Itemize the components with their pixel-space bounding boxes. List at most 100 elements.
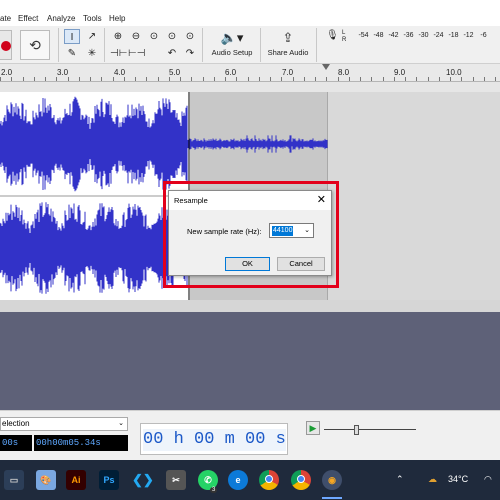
selection-tool-button[interactable]: I (64, 29, 80, 44)
microphone-icon: 🎙 (326, 30, 339, 41)
play-at-speed-button[interactable]: ▶ (306, 421, 320, 435)
snipping-tool-icon[interactable]: ✂ (166, 470, 186, 490)
ruler-tick (68, 77, 69, 81)
zoom-toggle-button[interactable]: ⊙ (182, 29, 198, 44)
chevron-down-icon[interactable]: ⌄ (304, 226, 310, 234)
timeline-ruler[interactable]: 2.0 3.0 4.0 5.0 6.0 7.0 8.0 9.0 10.0 (0, 64, 500, 82)
illustrator-icon[interactable]: Ai (66, 470, 86, 490)
ruler-label: 7.0 (282, 68, 294, 77)
ruler-tick (304, 77, 305, 81)
menu-edit[interactable]: ate (0, 14, 11, 23)
meter-tick: -24 (433, 32, 444, 39)
ruler-tick (23, 77, 24, 81)
undo-icon: ↶ (167, 48, 177, 59)
time-display: 00 h 00 m 00 s (143, 429, 286, 451)
recording-meter[interactable]: 🎙 LR -54 -48 -42 -36 -30 -24 -18 -12 -6 (326, 28, 500, 46)
loop-icon: ⟲ (29, 37, 41, 53)
selection-mode-dropdown[interactable]: election ⌄ (0, 417, 128, 431)
vscode-icon[interactable]: ❮❯ (132, 470, 154, 490)
selection-end-field[interactable]: 00h00m05.34s (34, 435, 128, 451)
close-icon[interactable]: ✕ (317, 193, 326, 207)
slider-thumb[interactable] (354, 425, 359, 435)
silence-icon: ⊢⊣ (128, 48, 146, 59)
playback-speed-slider[interactable] (324, 425, 416, 435)
ruler-tick (450, 77, 451, 81)
meter-channel-labels: LR (342, 30, 347, 43)
playhead-marker[interactable] (322, 64, 330, 70)
meter-tick: -48 (373, 32, 384, 39)
dialog-title: Resample (174, 196, 208, 205)
record-icon (1, 41, 11, 51)
record-button[interactable] (0, 30, 12, 60)
selection-start-field[interactable]: 00s (0, 435, 32, 451)
photoshop-icon[interactable]: Ps (99, 470, 119, 490)
ruler-tick (158, 77, 159, 81)
ruler-tick (439, 77, 440, 81)
menu-analyze[interactable]: Analyze (47, 14, 75, 23)
upload-icon: ⇪ (282, 30, 294, 45)
ruler-tick (124, 77, 125, 81)
loop-button[interactable]: ⟲ (20, 30, 50, 60)
ruler-tick (383, 77, 384, 81)
resample-dialog: Resample ✕ New sample rate (Hz): 44100 ⌄… (168, 190, 332, 276)
chevron-up-icon[interactable]: ⌃ (396, 474, 404, 485)
network-icon[interactable]: ◠ (484, 474, 492, 485)
audio-position-display[interactable]: 00 h 00 m 00 s (140, 423, 288, 455)
zoom-in-button[interactable]: ⊕ (110, 29, 126, 44)
ruler-tick (113, 77, 114, 81)
empty-project-area[interactable] (0, 312, 500, 410)
ruler-tick (45, 77, 46, 81)
undo-button[interactable]: ↶ (164, 46, 180, 61)
speaker-icon: 🔈▾ (220, 30, 244, 45)
ruler-tick (214, 77, 215, 81)
toolbar-separator (316, 28, 317, 62)
envelope-icon: ↗ (87, 31, 97, 42)
menu-help[interactable]: Help (109, 14, 125, 23)
redo-button[interactable]: ↷ (182, 46, 198, 61)
menu-effect[interactable]: Effect (18, 14, 38, 23)
share-audio-button[interactable]: ⇪ Share Audio (265, 28, 311, 62)
menu-tools[interactable]: Tools (83, 14, 102, 23)
chrome-profile-icon[interactable] (291, 470, 311, 490)
silence-button[interactable]: ⊢⊣ (128, 46, 146, 61)
toolbar-separator (104, 28, 105, 62)
ruler-tick (135, 77, 136, 81)
redo-icon: ↷ (185, 48, 195, 59)
cancel-button[interactable]: Cancel (277, 257, 325, 271)
ruler-label: 9.0 (394, 68, 406, 77)
weather-icon[interactable]: ☁ (428, 474, 437, 485)
whatsapp-badge: 3 (210, 487, 218, 493)
ruler-tick (248, 77, 249, 81)
ok-button[interactable]: OK (225, 257, 270, 271)
ruler-tick (293, 77, 294, 81)
fit-selection-button[interactable]: ⊙ (146, 29, 162, 44)
task-view-icon[interactable]: ▭ (4, 470, 24, 490)
edge-icon[interactable]: e (228, 470, 248, 490)
ruler-tick (169, 77, 170, 81)
envelope-tool-button[interactable]: ↗ (84, 29, 100, 44)
ruler-tick (270, 77, 271, 81)
meter-scale: -54 -48 -42 -36 -30 -24 -18 -12 -6 (356, 32, 491, 39)
sample-rate-combobox[interactable]: 44100 ⌄ (269, 223, 314, 238)
multi-tool-button[interactable]: ✳ (84, 46, 100, 61)
weather-temperature[interactable]: 34°C (448, 474, 468, 484)
ruler-label: 10.0 (446, 68, 462, 77)
ruler-tick (428, 77, 429, 81)
ruler-label: 6.0 (225, 68, 237, 77)
draw-tool-button[interactable]: ✎ (64, 46, 80, 61)
meter-tick: -36 (403, 32, 414, 39)
dialog-titlebar[interactable]: Resample ✕ (169, 191, 331, 210)
ruler-label: 4.0 (114, 68, 126, 77)
audio-setup-button[interactable]: 🔈▾ Audio Setup (208, 28, 256, 62)
chevron-down-icon: ⌄ (118, 420, 124, 427)
paint-icon[interactable]: 🎨 (36, 470, 56, 490)
sample-rate-value[interactable]: 44100 (272, 226, 294, 236)
audacity-icon[interactable]: ◉ (322, 470, 342, 490)
meter-tick: -42 (388, 32, 399, 39)
zoom-out-button[interactable]: ⊖ (128, 29, 144, 44)
trim-button[interactable]: ⊣⊢ (110, 46, 127, 61)
chrome-icon[interactable] (259, 470, 279, 490)
fit-project-button[interactable]: ⊙ (164, 29, 180, 44)
ruler-tick (416, 77, 417, 81)
share-audio-label: Share Audio (267, 48, 309, 57)
